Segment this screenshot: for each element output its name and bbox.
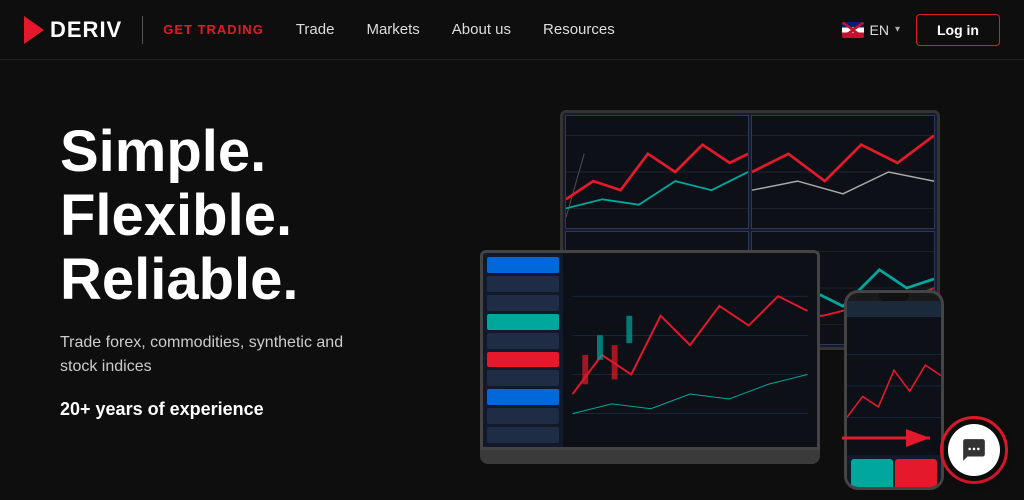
hero-section: Simple. Flexible. Reliable. Trade forex,… [0, 60, 1024, 500]
laptop-chart [563, 253, 817, 447]
hero-subtext: Trade forex, commodities, synthetic and … [60, 331, 360, 379]
laptop-base [480, 450, 820, 464]
heading-line3: Reliable. [60, 247, 299, 312]
hero-left: Simple. Flexible. Reliable. Trade forex,… [60, 110, 480, 420]
phone-sell-btn [895, 459, 937, 490]
nav-item-resources[interactable]: Resources [543, 21, 615, 38]
device-phone [844, 290, 944, 490]
nav-item-about[interactable]: About us [452, 21, 511, 38]
sidebar-row-3 [487, 295, 559, 311]
lang-code: EN [870, 22, 889, 38]
phone-body [844, 290, 944, 490]
header-right: EN ▾ Log in [842, 14, 1000, 46]
sidebar-row-6 [487, 352, 559, 368]
logo-area: DERIV GET TRADING [24, 16, 264, 44]
sidebar-row-5 [487, 333, 559, 349]
device-laptop [480, 250, 820, 490]
get-trading-label[interactable]: GET TRADING [163, 22, 264, 37]
sidebar-row-7 [487, 370, 559, 386]
phone-notch [879, 293, 909, 301]
nav-item-trade[interactable]: Trade [296, 21, 335, 38]
laptop-content [483, 253, 817, 447]
logo-divider [142, 16, 143, 44]
sidebar-row-4 [487, 314, 559, 330]
main-nav: Trade Markets About us Resources [296, 21, 842, 38]
chat-arrow [842, 423, 942, 458]
laptop-sidebar [483, 253, 563, 447]
sidebar-row-8 [487, 389, 559, 405]
heading-line1: Simple. [60, 119, 266, 184]
sidebar-row-9 [487, 408, 559, 424]
sidebar-row-2 [487, 276, 559, 292]
header: DERIV GET TRADING Trade Markets About us… [0, 0, 1024, 60]
sidebar-row-10 [487, 427, 559, 443]
logo-text: DERIV [50, 17, 122, 43]
chevron-down-icon: ▾ [895, 24, 900, 35]
nav-item-markets[interactable]: Markets [366, 21, 419, 38]
phone-bottom [847, 455, 941, 490]
hero-heading: Simple. Flexible. Reliable. [60, 120, 480, 311]
phone-buy-btn [851, 459, 893, 490]
flag-icon [842, 22, 864, 38]
logo-deriv[interactable]: DERIV [24, 16, 122, 44]
chart-cell-1 [565, 115, 749, 229]
deriv-chevron-icon [24, 16, 44, 44]
phone-content [847, 301, 941, 490]
chat-widget-button[interactable] [948, 424, 1000, 476]
sidebar-row-1 [487, 257, 559, 273]
chat-icon [961, 437, 987, 463]
laptop-screen [480, 250, 820, 450]
login-button[interactable]: Log in [916, 14, 1000, 46]
chart-cell-2 [751, 115, 935, 229]
language-selector[interactable]: EN ▾ [842, 22, 900, 38]
phone-topbar [847, 301, 941, 317]
hero-years: 20+ years of experience [60, 399, 480, 420]
heading-line2: Flexible. [60, 183, 292, 248]
